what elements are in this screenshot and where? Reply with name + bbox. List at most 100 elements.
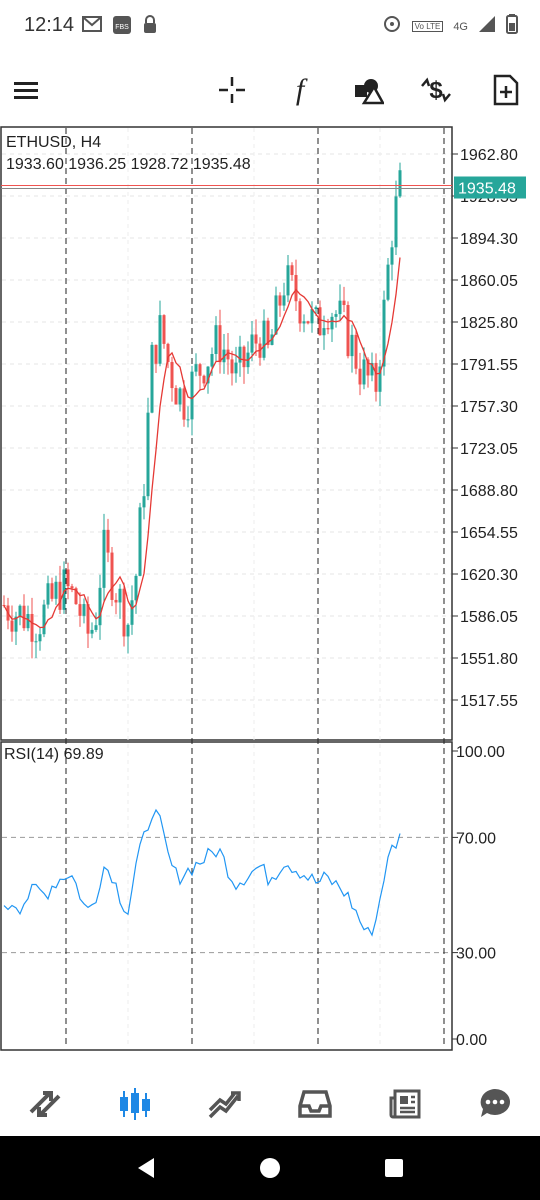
candle-body [282, 295, 286, 306]
back-button[interactable] [128, 1150, 164, 1186]
price-tick-label: 1517.55 [460, 693, 518, 710]
inbox-icon [298, 1090, 332, 1118]
candles-icon [120, 1088, 150, 1120]
candle-body [58, 581, 62, 610]
ohlc-label: 1933.60 1936.25 1928.72 1935.48 [6, 156, 251, 173]
price-tick-label: 1688.80 [460, 483, 518, 500]
candle-body [362, 359, 366, 385]
candle-body [78, 604, 82, 616]
candle-body [358, 368, 362, 385]
nav-trade[interactable] [200, 1079, 250, 1129]
candle-body [330, 316, 334, 330]
candle-body [114, 599, 118, 603]
candle-body [94, 625, 98, 630]
nav-chat[interactable] [470, 1079, 520, 1129]
candle-body [110, 552, 114, 600]
recents-icon [385, 1159, 403, 1177]
candle-body [30, 613, 34, 642]
chart-toolbar: f $ [0, 60, 540, 120]
nav-history[interactable] [290, 1079, 340, 1129]
home-button[interactable] [252, 1150, 288, 1186]
back-icon [138, 1158, 154, 1178]
candle-body [322, 328, 326, 336]
status-left-icons: FBS [82, 15, 158, 40]
candle-body [338, 300, 342, 315]
price-tick-label: 1894.30 [460, 231, 518, 248]
candle-body [318, 307, 322, 336]
gmail-icon [82, 15, 102, 40]
chart-svg[interactable]: 1962.801928.551894.301860.051825.801791.… [0, 126, 540, 1070]
news-icon [389, 1089, 421, 1119]
indicators-button[interactable]: f [280, 70, 320, 110]
candle-body [130, 600, 134, 625]
candle-body [274, 295, 278, 335]
candle-body [398, 170, 402, 197]
chat-icon [480, 1089, 510, 1117]
candle-body [62, 569, 66, 610]
status-time: 12:14 [24, 14, 75, 36]
candle-body [150, 344, 154, 413]
chart-area[interactable]: 1962.801928.551894.301860.051825.801791.… [0, 126, 540, 1070]
menu-button[interactable] [6, 70, 46, 110]
candle-body [38, 634, 42, 642]
candle-body [34, 641, 38, 643]
candle-body [182, 388, 186, 420]
candle-body [350, 334, 354, 357]
candle-body [194, 364, 198, 372]
candle-body [98, 587, 102, 626]
candle-body [314, 307, 318, 310]
price-tick-label: 1551.80 [460, 651, 518, 668]
crosshair-icon [219, 77, 245, 103]
price-axis: 1962.801928.551894.301860.051825.801791.… [452, 147, 518, 710]
candle-body [306, 321, 310, 324]
candle-body [154, 344, 158, 364]
symbol-label: ETHUSD, H4 [6, 134, 102, 151]
price-tick-label: 1654.55 [460, 525, 518, 542]
candle-body [46, 583, 50, 605]
candle-body [134, 575, 138, 601]
indicators-icon: f [295, 73, 305, 106]
hamburger-icon [14, 82, 38, 99]
candle-body [186, 419, 190, 421]
objects-button[interactable] [348, 70, 388, 110]
candle-body [54, 581, 58, 599]
rsi-layer [3, 808, 401, 937]
candle-body [50, 583, 54, 599]
candle-body [170, 362, 174, 389]
rsi-line [3, 808, 401, 937]
rsi-tick-label: 30.00 [456, 946, 496, 963]
candle-body [290, 265, 294, 276]
nav-quotes[interactable] [20, 1079, 70, 1129]
candle-body [250, 334, 254, 353]
candle-body [202, 375, 206, 384]
candle-body [286, 265, 290, 296]
trade-nav-icon [208, 1091, 241, 1119]
candle-body [242, 346, 246, 368]
candle-body [230, 359, 234, 374]
candle-body [122, 588, 126, 637]
trade-button[interactable]: $ [416, 70, 456, 110]
candle-body [126, 624, 130, 637]
candle-body [142, 496, 146, 508]
candle-body [146, 412, 150, 497]
candle-body [390, 247, 394, 265]
bottom-nav [0, 1072, 540, 1136]
candle-body [346, 305, 350, 357]
candle-body [158, 315, 162, 364]
crosshair-button[interactable] [212, 70, 252, 110]
new-order-icon [493, 74, 519, 106]
candle-body [198, 364, 202, 376]
candle-body [254, 334, 258, 344]
price-tick-label: 1757.30 [460, 399, 518, 416]
recents-button[interactable] [376, 1150, 412, 1186]
candle-body [18, 605, 22, 617]
rsi-pane-frame [0, 741, 453, 1051]
nav-news[interactable] [380, 1079, 430, 1129]
candle-body [106, 529, 110, 553]
nav-chart[interactable] [110, 1079, 160, 1129]
candle-body [386, 264, 390, 300]
candle-body [162, 315, 166, 344]
system-nav-bar [0, 1136, 540, 1200]
new-order-button[interactable] [486, 70, 526, 110]
svg-text:$: $ [429, 77, 443, 104]
